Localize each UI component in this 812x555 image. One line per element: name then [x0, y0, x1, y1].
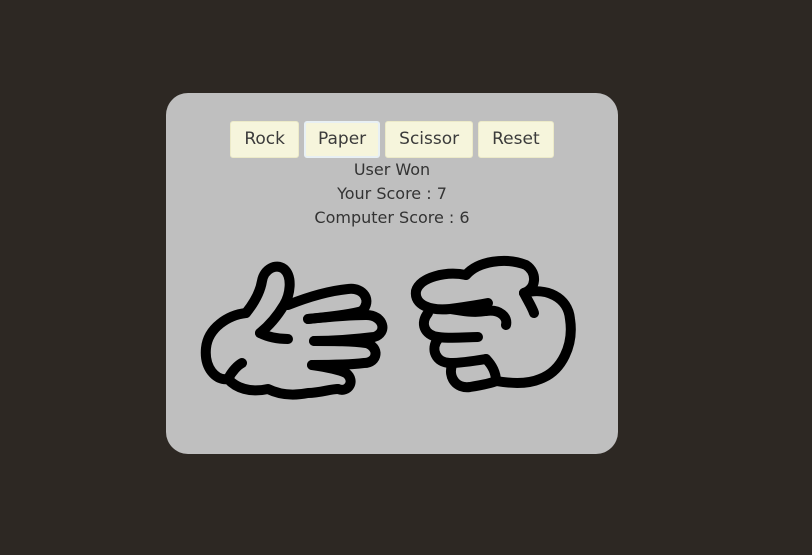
computer-score: Computer Score : 6 — [314, 208, 470, 227]
rock-fist-icon — [410, 255, 576, 393]
reset-button[interactable]: Reset — [478, 121, 554, 158]
paper-hand-icon — [200, 261, 388, 400]
choice-buttons: Rock Paper Scissor Reset — [166, 121, 618, 158]
user-score: Your Score : 7 — [337, 184, 447, 203]
paper-button[interactable]: Paper — [304, 121, 381, 158]
result-text: User Won — [353, 160, 431, 179]
rock-button[interactable]: Rock — [230, 121, 299, 158]
game-card: Rock Paper Scissor Reset User Won Your S… — [166, 93, 618, 454]
scissor-button[interactable]: Scissor — [385, 121, 474, 158]
